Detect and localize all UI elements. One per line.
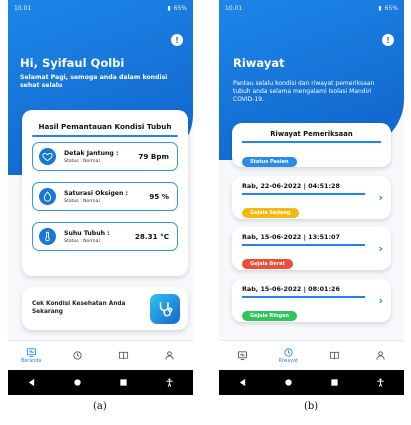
chevron-right-icon[interactable]: ›: [378, 294, 383, 307]
history-item[interactable]: Rab, 22-06-2022 | 04:51:28 Gejala Sedang…: [232, 176, 391, 219]
history-underline: [242, 296, 365, 298]
nav-history-label: Riwayat: [278, 359, 298, 364]
caption-b: (b): [304, 401, 319, 412]
nav-home[interactable]: Beranda: [11, 342, 51, 370]
greeting-block: Hi, Syifaul Qolbi Selamat Pagi, semoga a…: [20, 56, 185, 91]
metric-value: 28.31 °C: [134, 232, 169, 241]
metric-heart-rate[interactable]: Detak Jantung : Status : Normal 79 Bpm: [32, 142, 178, 171]
history-underline: [242, 244, 365, 246]
nav-profile[interactable]: [150, 342, 190, 370]
nav-home[interactable]: [222, 342, 262, 370]
battery-icon: ▮: [167, 4, 171, 12]
accessibility-icon[interactable]: [374, 376, 388, 390]
history-icon: [73, 351, 82, 360]
metric-label: Suhu Tubuh :: [64, 229, 110, 237]
metric-temperature[interactable]: Suhu Tubuh : Status : Normal 28.31 °C: [32, 222, 178, 251]
back-icon[interactable]: [24, 376, 38, 390]
metric-oxygen[interactable]: Saturasi Oksigen : Status : Normal 95 %: [32, 182, 178, 211]
accessibility-icon[interactable]: [163, 376, 177, 390]
history-date: Rab, 15-06-2022 | 08:01:26: [242, 285, 340, 293]
page-description: Pantau selalu kondisi dan riwayat pemeri…: [233, 80, 375, 104]
status-bar: 10.01 ▮ 65%: [8, 0, 193, 16]
title-underline: [32, 135, 178, 137]
screen-history: 10.01 ▮ 65% ! Riwayat Pantau selalu kond…: [219, 0, 404, 395]
metric-value: 95 %: [149, 192, 169, 201]
caption-a: (a): [93, 401, 107, 412]
metric-status: Status : Normal: [64, 158, 100, 164]
system-navigation: [8, 370, 193, 395]
nav-book[interactable]: [104, 342, 144, 370]
stethoscope-icon: [159, 301, 173, 316]
metric-label: Saturasi Oksigen :: [64, 189, 129, 197]
bottom-navigation: Beranda: [8, 340, 193, 370]
metric-value: 79 Bpm: [138, 152, 169, 161]
history-item[interactable]: Rab, 15-06-2022 | 13:51:07 Gejala Berat …: [232, 227, 391, 270]
battery-level: 65%: [384, 4, 398, 12]
drop-icon: [39, 188, 56, 205]
metric-status: Status : Normal: [64, 198, 100, 204]
status-time: 10.01: [225, 4, 243, 12]
home-icon[interactable]: [70, 376, 84, 390]
nav-profile[interactable]: [361, 342, 401, 370]
user-icon: [165, 351, 174, 360]
back-icon[interactable]: [235, 376, 249, 390]
screen-home: 10.01 ▮ 65% ! Hi, Syifaul Qolbi Selamat …: [8, 0, 193, 395]
history-summary-card: Riwayat Pemeriksaan Status Pasien: [232, 123, 391, 167]
heart-icon: [39, 148, 56, 165]
battery-level: 65%: [173, 4, 187, 12]
monitoring-title: Hasil Pemantauan Kondisi Tubuh: [38, 122, 172, 131]
monitoring-card: Hasil Pemantauan Kondisi Tubuh Detak Jan…: [22, 110, 188, 276]
greeting-title: Hi, Syifaul Qolbi: [20, 56, 125, 70]
greeting-subtitle: Selamat Pagi, semoga anda dalam kondisi …: [20, 74, 168, 90]
section-title: Riwayat Pemeriksaan: [270, 130, 353, 138]
nav-history[interactable]: [57, 342, 97, 370]
user-icon: [376, 351, 385, 360]
chat-icon[interactable]: !: [171, 34, 183, 46]
chevron-right-icon[interactable]: ›: [378, 191, 383, 204]
nav-history[interactable]: Riwayat: [268, 342, 308, 370]
thermometer-icon: [39, 228, 56, 245]
chevron-right-icon[interactable]: ›: [378, 242, 383, 255]
book-icon: [119, 351, 129, 360]
bottom-navigation: Riwayat: [219, 340, 404, 370]
check-condition-card[interactable]: Cek Kondisi Kesehatan Anda Sekarang: [22, 287, 188, 330]
history-date: Rab, 22-06-2022 | 04:51:28: [242, 182, 340, 190]
nav-book[interactable]: [315, 342, 355, 370]
recents-icon[interactable]: [328, 376, 342, 390]
status-badge: Gejala Ringan: [242, 310, 298, 321]
monitor-heart-icon: [26, 348, 36, 358]
status-pill[interactable]: Status Pasien: [242, 157, 297, 167]
system-navigation: [219, 370, 404, 395]
check-condition-label: Cek Kondisi Kesehatan Anda Sekarang: [32, 300, 126, 315]
status-badge: Gejala Sedang: [242, 207, 299, 218]
status-time: 10.01: [14, 4, 32, 12]
status-badge: Gejala Berat: [242, 258, 293, 269]
history-underline: [242, 193, 365, 195]
history-date: Rab, 15-06-2022 | 13:51:07: [242, 233, 340, 241]
nav-home-label: Beranda: [21, 359, 42, 364]
metric-status: Status : Normal: [64, 238, 100, 244]
status-bar: 10.01 ▮ 65%: [219, 0, 404, 16]
home-icon[interactable]: [281, 376, 295, 390]
monitor-heart-icon: [237, 351, 247, 361]
book-icon: [330, 351, 340, 360]
history-item[interactable]: Rab, 15-06-2022 | 08:01:26 Gejala Ringan…: [232, 279, 391, 322]
page-title: Riwayat: [233, 56, 285, 70]
chat-icon[interactable]: !: [382, 34, 394, 46]
history-icon: [284, 348, 293, 357]
recents-icon[interactable]: [117, 376, 131, 390]
check-condition-button[interactable]: [150, 293, 180, 324]
battery-icon: ▮: [378, 4, 382, 12]
metric-label: Detak Jantung :: [64, 149, 119, 157]
